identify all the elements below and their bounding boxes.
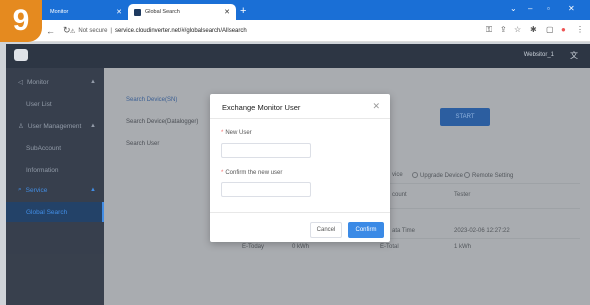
- url-separator: |: [110, 28, 112, 34]
- browser-tab-strip: Monitor ✕ Global Search ✕ + ⌄ – ▫ ✕: [0, 0, 590, 20]
- minimize-icon[interactable]: –: [528, 4, 532, 13]
- close-icon[interactable]: ✕: [116, 8, 122, 16]
- etotal-label: E-Total: [380, 244, 399, 250]
- search-icon: ⌕: [18, 186, 22, 193]
- device-label: vice: [392, 172, 403, 178]
- close-icon[interactable]: ✕: [224, 8, 230, 16]
- chevron-down-icon[interactable]: ⌄: [510, 4, 517, 13]
- radio-label: Upgrade Device: [420, 173, 464, 179]
- url-text: service.cloudinverter.net/#/globalsearch…: [114, 28, 247, 34]
- app-logo: [14, 49, 28, 61]
- extensions-icon[interactable]: ✱: [530, 25, 537, 34]
- sidebar-item-label: Service: [25, 186, 48, 194]
- tab-label: Monitor: [50, 9, 69, 15]
- tab-search-device-datalogger[interactable]: Search Device(Datalogger): [114, 112, 202, 132]
- divider: [210, 118, 390, 119]
- url-field[interactable]: ⚠ Not secure | service.cloudinverter.net…: [70, 24, 490, 38]
- chevron-up-icon: ▲: [90, 79, 96, 85]
- label-text: Confirm the new user: [225, 170, 283, 176]
- favicon-icon: [134, 8, 141, 16]
- tab-label: Global Search: [145, 9, 180, 15]
- security-label: Not secure: [78, 28, 108, 34]
- required-mark: *: [221, 130, 224, 136]
- close-icon[interactable]: ✕: [372, 101, 380, 112]
- language-icon[interactable]: 文: [570, 50, 578, 61]
- maximize-icon[interactable]: ▫: [547, 4, 550, 13]
- sidebar-item-service[interactable]: ⌕ Service ▲: [6, 180, 104, 200]
- window-close-icon[interactable]: ✕: [568, 4, 575, 13]
- sidebar-item-label: Monitor: [27, 78, 49, 86]
- key-icon[interactable]: ⚿: [486, 25, 492, 35]
- star-icon[interactable]: ☆: [514, 25, 521, 34]
- chevron-up-icon: ▲: [90, 123, 96, 129]
- tab-label: Search User: [126, 141, 160, 147]
- cancel-button[interactable]: Cancel: [310, 222, 342, 238]
- tab-search-device-sn[interactable]: Search Device(SN): [114, 90, 202, 110]
- warning-icon: ⚠: [70, 28, 76, 35]
- divider: [210, 212, 390, 213]
- column-header-tester: Tester: [454, 192, 471, 198]
- data-time-value: 2023-02-06 12:27:22: [454, 228, 510, 234]
- monitor-icon: ◁: [18, 79, 23, 86]
- step-badge: 9: [0, 0, 42, 42]
- required-mark: *: [221, 170, 224, 176]
- etoday-value: 0 kWh: [292, 244, 310, 250]
- radio-label: Remote Setting: [472, 173, 514, 179]
- sidebar-item-label: SubAccount: [26, 144, 62, 152]
- sidebar-item-label: User List: [26, 100, 52, 108]
- sidebar-item-subaccount[interactable]: SubAccount: [6, 138, 104, 158]
- label-text: New User: [225, 130, 252, 136]
- radio-upgrade-device[interactable]: Upgrade Device: [412, 172, 463, 179]
- sidebar-item-user-list[interactable]: User List: [6, 94, 104, 114]
- radio-remote-setting[interactable]: Remote Setting: [464, 172, 513, 179]
- new-user-label: * New User: [221, 130, 252, 136]
- user-icon: ♙: [18, 123, 24, 130]
- confirm-user-label: * Confirm the new user: [221, 170, 282, 176]
- back-icon[interactable]: ←: [46, 26, 55, 36]
- confirm-user-input[interactable]: [221, 182, 311, 197]
- sidepanel-icon[interactable]: ▢: [546, 25, 554, 34]
- user-name[interactable]: Websitor_1: [524, 52, 554, 58]
- sidebar-item-user-management[interactable]: ♙ User Management ▲: [6, 116, 104, 136]
- dialog-title: Exchange Monitor User: [222, 103, 301, 112]
- data-time-label: ata Time: [392, 228, 416, 234]
- exchange-monitor-user-dialog: Exchange Monitor User ✕ * New User * Confi…: [210, 94, 390, 242]
- start-button[interactable]: START: [440, 108, 490, 126]
- sidebar-item-monitor[interactable]: ◁ Monitor ▲: [6, 72, 104, 92]
- tab-label: Search Device(SN): [126, 97, 178, 103]
- chevron-up-icon: ▲: [90, 187, 96, 193]
- sidebar-item-global-search[interactable]: Global Search: [6, 202, 104, 222]
- sidebar: ◁ Monitor ▲ User List ♙ User Management …: [6, 68, 104, 305]
- radio-icon: [464, 172, 470, 178]
- new-user-input[interactable]: [221, 143, 311, 158]
- share-icon[interactable]: ⇪: [500, 25, 507, 34]
- app-header: Websitor_1 文: [6, 44, 590, 68]
- sidebar-item-information[interactable]: Information: [6, 160, 104, 180]
- sidebar-item-label: Global Search: [26, 208, 68, 216]
- sidebar-item-label: Information: [26, 166, 59, 174]
- etoday-label: E-Today: [242, 244, 265, 250]
- menu-icon[interactable]: ⋮: [576, 25, 584, 34]
- browser-tab-monitor[interactable]: Monitor ✕: [44, 4, 128, 20]
- radio-icon: [412, 172, 418, 178]
- column-header-account: count: [392, 192, 407, 198]
- browser-tab-global-search[interactable]: Global Search ✕: [128, 4, 236, 20]
- tab-search-user[interactable]: Search User: [114, 134, 202, 154]
- sidebar-item-label: User Management: [27, 122, 82, 130]
- profile-icon[interactable]: ●: [561, 25, 566, 34]
- etotal-value: 1 kWh: [454, 244, 472, 250]
- new-tab-button[interactable]: +: [240, 5, 246, 17]
- address-bar: ← ↻ ⚠ Not secure | service.cloudinverter…: [0, 20, 590, 42]
- tab-label: Search Device(Datalogger): [126, 119, 199, 125]
- confirm-button[interactable]: Confirm: [348, 222, 384, 238]
